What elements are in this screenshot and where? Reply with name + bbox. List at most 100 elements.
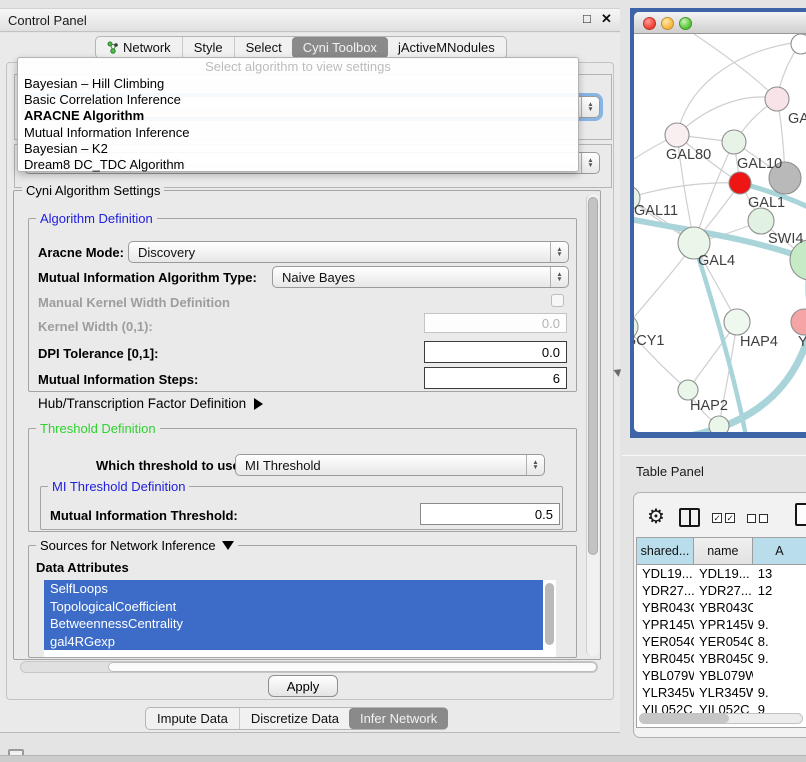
column-header-shared[interactable]: shared... xyxy=(637,538,694,565)
float-window-icon[interactable]: □ xyxy=(583,11,591,26)
cell: YBR043C xyxy=(694,599,753,616)
node-hap2[interactable] xyxy=(678,380,698,400)
node-salmon[interactable] xyxy=(791,309,806,335)
document-icon[interactable] xyxy=(795,503,806,526)
node-label-hap4: HAP4 xyxy=(740,334,778,350)
gear-icon[interactable]: ⚙ xyxy=(647,504,665,529)
settings-hscrollbar-thumb[interactable] xyxy=(108,662,597,672)
network-canvas[interactable]: GALGAL80GAL10GAL1GAL11SWI4GAL4GCY1HAP4YH… xyxy=(634,34,806,432)
tab-cyni-toolbox[interactable]: Cyni Toolbox xyxy=(292,37,388,58)
algorithm-option-mutual-information-inference[interactable]: Mutual Information Inference xyxy=(18,125,578,141)
column-header-name[interactable]: name xyxy=(694,538,753,565)
popup-placeholder: Select algorithm to view settings xyxy=(18,59,578,76)
node-label-gal80: GAL80 xyxy=(666,147,711,163)
aracne-mode-value: Discovery xyxy=(129,245,550,260)
data-attribute-item-selfloops[interactable]: SelfLoops xyxy=(44,580,543,598)
tab-select[interactable]: Select xyxy=(234,37,293,58)
cell: YBR045C xyxy=(694,650,753,667)
apply-button[interactable]: Apply xyxy=(268,675,338,697)
column-header-a[interactable]: A xyxy=(753,538,806,565)
node-bottom[interactable] xyxy=(709,416,729,432)
node-label-hap2: HAP2 xyxy=(690,398,728,414)
tab-label: Network xyxy=(123,40,171,55)
cell: YDR27... xyxy=(637,582,694,599)
aracne-mode-combo[interactable]: Discovery ▲▼ xyxy=(128,241,569,263)
algorithm-option-aracne-algorithm[interactable]: ARACNE Algorithm xyxy=(18,108,578,124)
hub-definition-label: Hub/Transcription Factor Definition xyxy=(38,396,246,411)
manual-kernel-checkbox[interactable] xyxy=(551,294,564,307)
node-hap4[interactable] xyxy=(724,309,750,335)
minimize-traffic-light-icon[interactable] xyxy=(661,17,674,30)
algorithm-select-popup: Select algorithm to view settings Bayesi… xyxy=(17,57,579,172)
bottom-strip xyxy=(0,755,806,762)
network-window-titlebar[interactable] xyxy=(634,12,806,34)
deselect-all-checkboxes-icon[interactable] xyxy=(747,514,768,523)
table-row[interactable]: YPR145WYPR145W9. xyxy=(637,616,806,633)
node-top[interactable] xyxy=(791,34,806,54)
stepper-icon: ▲▼ xyxy=(550,267,568,287)
algorithm-option-dream8-dc-tdc-algorithm[interactable]: Dream8 DC_TDC Algorithm xyxy=(18,157,578,173)
stepper-icon: ▲▼ xyxy=(526,455,544,475)
cell: YDR27... xyxy=(694,582,753,599)
table-row[interactable]: YER054CYER054C8. xyxy=(637,633,806,650)
data-attributes-list[interactable]: SelfLoopsTopologicalCoefficientBetweenne… xyxy=(44,580,556,657)
zoom-traffic-light-icon[interactable] xyxy=(679,17,692,30)
cell: YPR145W xyxy=(694,616,753,633)
network-edge xyxy=(677,97,777,135)
algorithm-option-basic-correlation-inference[interactable]: Basic Correlation Inference xyxy=(18,92,578,108)
sources-group-title[interactable]: Sources for Network Inference xyxy=(36,538,238,553)
expand-right-icon xyxy=(254,398,263,410)
node-gal80[interactable] xyxy=(665,123,689,147)
manual-kernel-label: Manual Kernel Width Definition xyxy=(38,295,230,310)
which-threshold-value: MI Threshold xyxy=(236,458,526,473)
attributes-scrollbar-thumb[interactable] xyxy=(545,583,554,645)
node-red[interactable] xyxy=(729,172,751,194)
cell: YLR345W xyxy=(637,684,694,701)
table-row[interactable]: YDL19...YDL19...13 xyxy=(637,565,806,582)
mi-threshold-field[interactable] xyxy=(420,503,560,525)
table-row[interactable]: YLR345WYLR345W9. xyxy=(637,684,806,701)
hub-definition-toggle[interactable]: Hub/Transcription Factor Definition xyxy=(38,396,263,411)
mi-type-combo[interactable]: Naive Bayes ▲▼ xyxy=(272,266,569,288)
control-panel-titlebar: Control Panel xyxy=(0,8,620,32)
kernel-width-field[interactable] xyxy=(424,313,567,333)
data-attribute-item-topologicalcoefficient[interactable]: TopologicalCoefficient xyxy=(44,598,543,616)
table-row[interactable]: YBR043CYBR043C xyxy=(637,599,806,616)
threshold-definition-title: Threshold Definition xyxy=(36,421,160,436)
node-gal10[interactable] xyxy=(722,130,746,154)
close-window-icon[interactable]: ✕ xyxy=(601,11,612,27)
close-traffic-light-icon[interactable] xyxy=(643,17,656,30)
tab-network[interactable]: Network xyxy=(96,37,182,58)
settings-scrollbar-thumb[interactable] xyxy=(588,197,598,555)
dpi-tolerance-field[interactable] xyxy=(424,341,567,363)
tab-infer-network[interactable]: Infer Network xyxy=(349,708,448,729)
node-label-gal: GAL xyxy=(788,111,806,127)
algorithm-option-bayesian-hill-climbing[interactable]: Bayesian – Hill Climbing xyxy=(18,76,578,92)
table-row[interactable]: YDR27...YDR27...12 xyxy=(637,582,806,599)
which-threshold-combo[interactable]: MI Threshold ▲▼ xyxy=(235,454,545,476)
table-row[interactable]: YBL079WYBL079W xyxy=(637,667,806,684)
mi-steps-label: Mutual Information Steps: xyxy=(38,372,198,387)
node-pink-top[interactable] xyxy=(765,87,789,111)
algorithm-option-bayesian-k2[interactable]: Bayesian – K2 xyxy=(18,141,578,157)
tab-discretize-data[interactable]: Discretize Data xyxy=(239,708,350,729)
tab-bar: Network Style SelectCyni ToolboxjActiveMNo… xyxy=(95,36,507,59)
table-row[interactable]: YBR045CYBR045C9. xyxy=(637,650,806,667)
network-icon xyxy=(107,41,119,54)
which-threshold-label: Which threshold to use: xyxy=(96,458,244,473)
data-attribute-item-betweennesscentrality[interactable]: BetweennessCentrality xyxy=(44,615,543,633)
cell: YPR145W xyxy=(637,616,694,633)
tab-impute-data[interactable]: Impute Data xyxy=(146,708,239,729)
cell: YLR345W xyxy=(694,684,753,701)
tab-label: Style xyxy=(194,40,223,55)
settings-group-title: Cyni Algorithm Settings xyxy=(22,183,164,198)
select-all-checkboxes-icon[interactable]: ✓✓ xyxy=(712,513,735,523)
tab-jactivemnodules[interactable]: jActiveMNodules xyxy=(387,37,506,58)
cell: YBL079W xyxy=(637,667,694,684)
tab-style[interactable]: Style xyxy=(182,37,234,58)
columns-icon[interactable] xyxy=(679,508,700,527)
table-hscrollbar-thumb[interactable] xyxy=(640,714,729,723)
mi-steps-field[interactable] xyxy=(424,367,567,389)
data-attribute-item-gal4rgexp[interactable]: gal4RGexp xyxy=(44,633,543,651)
panel-divider xyxy=(622,455,806,456)
